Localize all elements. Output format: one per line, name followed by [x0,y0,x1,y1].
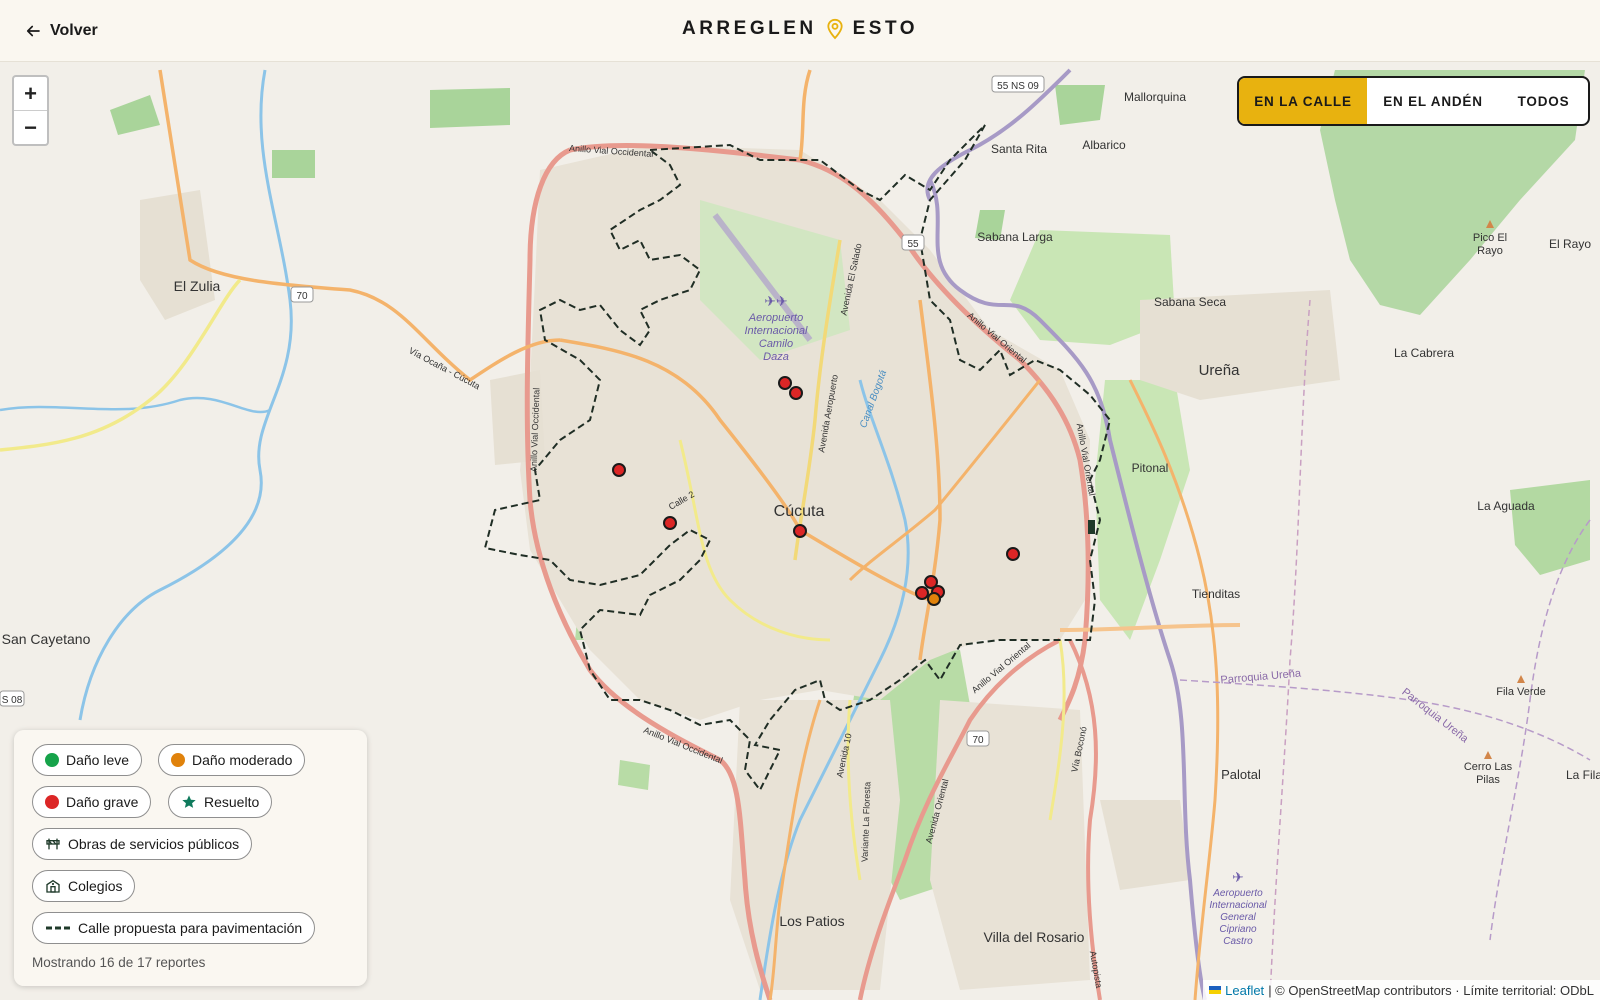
report-marker[interactable] [927,592,941,606]
toggle-en-el-anden[interactable]: EN EL ANDÉN [1367,78,1499,124]
report-marker[interactable] [612,463,626,477]
map-attribution: Leaflet | © OpenStreetMap contributors ·… [1203,980,1600,1000]
legend-chip-dano-leve[interactable]: Daño leve [32,744,143,776]
orange-dot-icon [171,753,185,767]
top-bar: Volver ARREGLEN ESTO [0,0,1600,62]
location-pin-icon [827,18,843,40]
brand-text-right: ESTO [852,18,918,39]
zoom-out-button[interactable]: − [14,111,47,144]
toggle-en-la-calle[interactable]: EN LA CALLE [1239,78,1367,124]
zoom-control: + − [12,75,49,146]
legend-chip-calle-propuesta[interactable]: Calle propuesta para pavimentación [32,912,316,944]
legend-label: Calle propuesta para pavimentación [78,920,303,936]
report-marker[interactable] [663,516,677,530]
brand-text-left: ARREGLEN [681,18,817,39]
report-marker[interactable] [915,586,929,600]
legend-label: Daño moderado [192,752,293,768]
ukraine-flag-icon [1209,986,1222,994]
toggle-todos[interactable]: TODOS [1499,78,1588,124]
legend-label: Resuelto [204,794,260,810]
report-marker[interactable] [793,524,807,538]
legend-chip-resuelto[interactable]: Resuelto [168,786,273,818]
star-icon [182,795,196,808]
report-marker[interactable] [1006,547,1020,561]
view-toggle: EN LA CALLE EN EL ANDÉN TODOS [1237,76,1590,126]
legend-label: Daño leve [66,752,130,768]
zoom-in-button[interactable]: + [14,77,47,111]
legend-label: Obras de servicios públicos [68,836,240,852]
road-works-icon [46,838,60,850]
report-marker[interactable] [778,376,792,390]
brand-logo: ARREGLEN ESTO [0,18,1600,40]
legend-chip-dano-moderado[interactable]: Daño moderado [158,744,306,776]
attribution-text: | © OpenStreetMap contributors · Límite … [1268,982,1594,998]
legend-panel: Daño leve Daño moderado Daño grave Resue… [14,730,367,986]
green-dot-icon [45,753,59,767]
report-marker[interactable] [789,386,803,400]
leaflet-link[interactable]: Leaflet [1225,983,1264,998]
school-icon [46,879,60,893]
legend-label: Colegios [68,878,123,894]
legend-chip-dano-grave[interactable]: Daño grave [32,786,152,818]
dashed-line-icon [46,926,70,930]
legend-chip-colegios[interactable]: Colegios [32,870,136,902]
report-count: Mostrando 16 de 17 reportes [32,955,206,970]
legend-label: Daño grave [66,794,139,810]
red-dot-icon [45,795,59,809]
legend-chip-obras[interactable]: Obras de servicios públicos [32,828,253,860]
